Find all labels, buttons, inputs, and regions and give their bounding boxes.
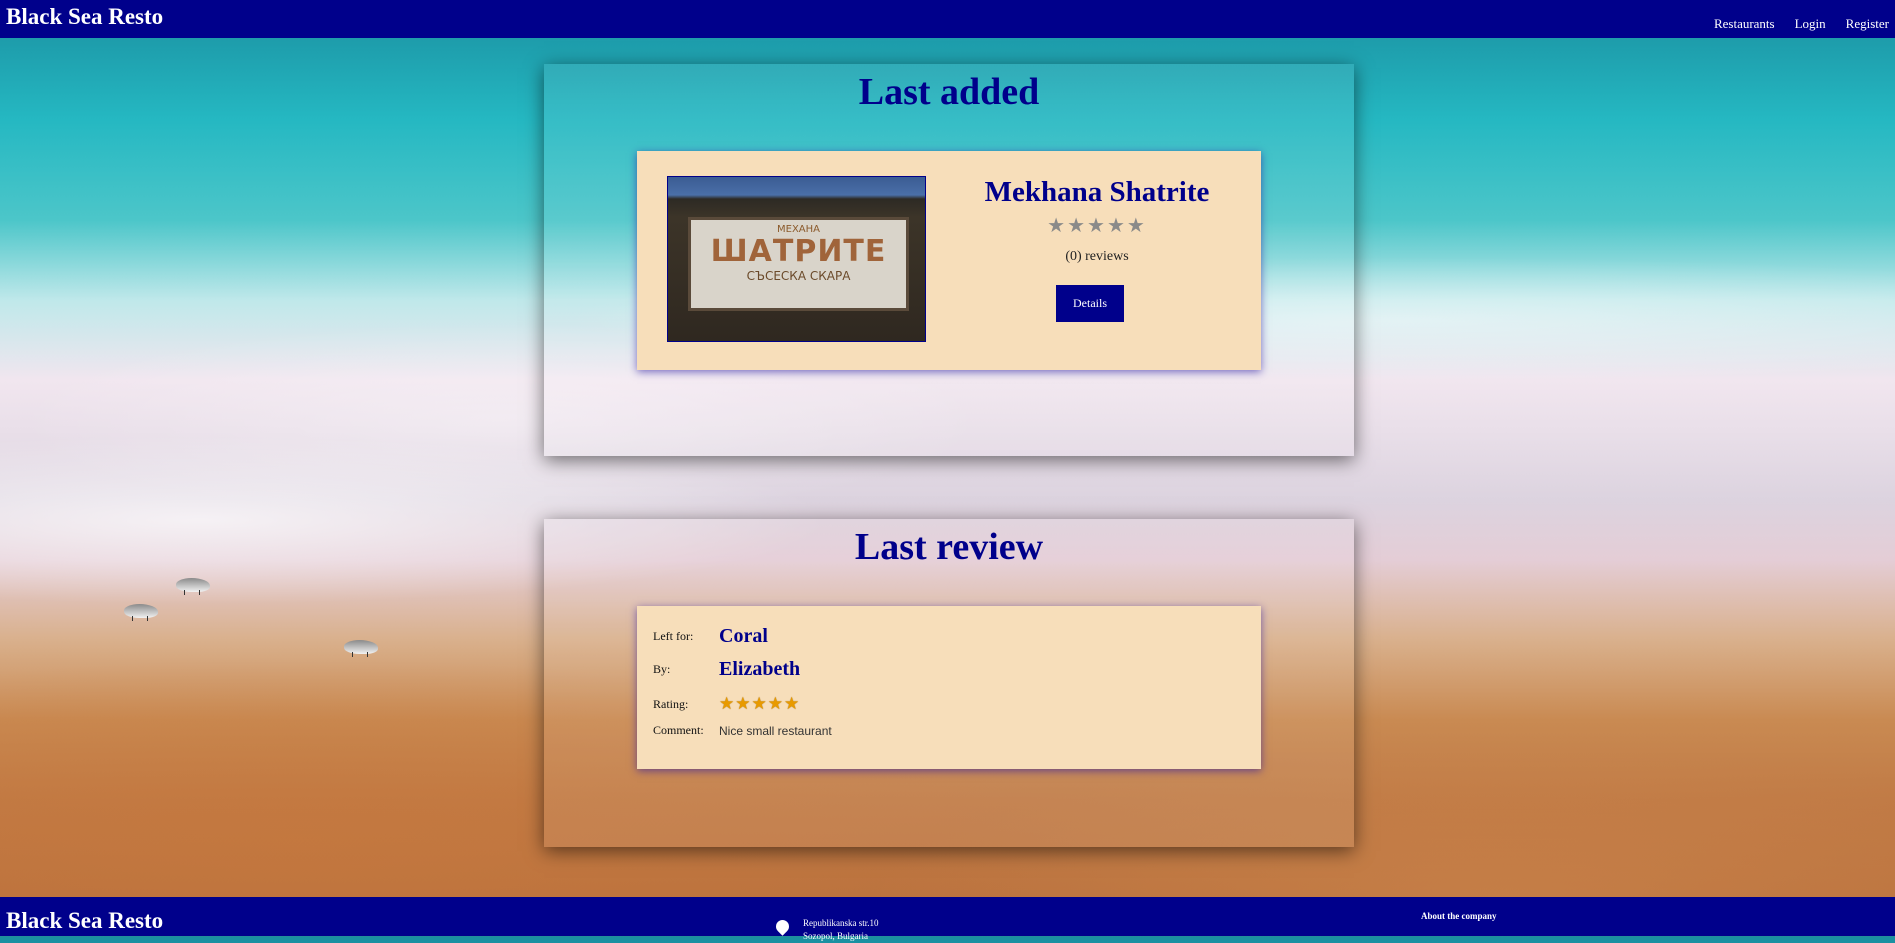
- top-navbar: Black Sea Resto Restaurants Login Regist…: [0, 0, 1895, 38]
- comment-label: Comment:: [653, 723, 704, 737]
- rating-stars-icon: ★★★★★: [719, 694, 801, 714]
- details-button[interactable]: Details: [1056, 285, 1124, 322]
- last-added-panel: Last added МЕХАНА ШАТРИТЕ СЪСЕСКА СКАРА …: [544, 64, 1354, 456]
- nav-login[interactable]: Login: [1795, 16, 1826, 32]
- address-line-1: Republikanska str.10: [803, 918, 879, 928]
- footer-brand[interactable]: Black Sea Resto: [6, 908, 163, 934]
- sandpiper-2: [124, 604, 158, 621]
- review-author: Elizabeth: [719, 658, 801, 680]
- by-label: By:: [653, 662, 671, 676]
- sign-main-text: ШАТРИТЕ: [710, 234, 887, 269]
- sandpiper-3: [344, 640, 378, 657]
- brand-logo[interactable]: Black Sea Resto: [6, 4, 163, 30]
- footer: Black Sea Resto: [0, 897, 1895, 936]
- nav-register[interactable]: Register: [1846, 16, 1889, 32]
- address-line-2: Sozopol, Bulgaria: [803, 931, 868, 941]
- last-added-title: Last added: [858, 71, 1040, 113]
- sandpiper-1: [176, 578, 210, 595]
- restaurant-card: МЕХАНА ШАТРИТЕ СЪСЕСКА СКАРА Mekhana Sha…: [637, 151, 1261, 370]
- footer-address: Republikanska str.10 Sozopol, Bulgaria: [803, 917, 879, 943]
- review-by-row: By: Elizabeth: [653, 658, 800, 681]
- restaurant-name[interactable]: Mekhana Shatrite: [957, 176, 1237, 209]
- nav-restaurants[interactable]: Restaurants: [1714, 16, 1775, 32]
- review-comment: Nice small restaurant: [719, 723, 832, 738]
- last-review-title: Last review: [854, 526, 1044, 568]
- review-rating-row: Rating: ★★★★★: [653, 694, 800, 714]
- last-review-panel: Last review Left for: Coral By: Elizabet…: [544, 519, 1354, 847]
- rating-label: Rating:: [653, 696, 689, 711]
- footer-about-link[interactable]: About the company: [1421, 911, 1497, 921]
- rating-stars-icon: ★★★★★: [1047, 213, 1147, 237]
- left-for-label: Left for:: [653, 629, 694, 643]
- review-left-for-row: Left for: Coral: [653, 625, 768, 648]
- review-count: (0) reviews: [1065, 249, 1129, 264]
- review-card: Left for: Coral By: Elizabeth Rating: ★★…: [637, 606, 1261, 769]
- restaurant-sign: МЕХАНА ШАТРИТЕ СЪСЕСКА СКАРА: [688, 217, 909, 311]
- review-comment-row: Comment: Nice small restaurant: [653, 723, 832, 738]
- restaurant-image[interactable]: МЕХАНА ШАТРИТЕ СЪСЕСКА СКАРА: [667, 176, 926, 342]
- review-restaurant-name[interactable]: Coral: [719, 625, 768, 648]
- sign-bottom-text: СЪСЕСКА СКАРА: [746, 269, 851, 283]
- nav-links: Restaurants Login Register: [1714, 16, 1889, 32]
